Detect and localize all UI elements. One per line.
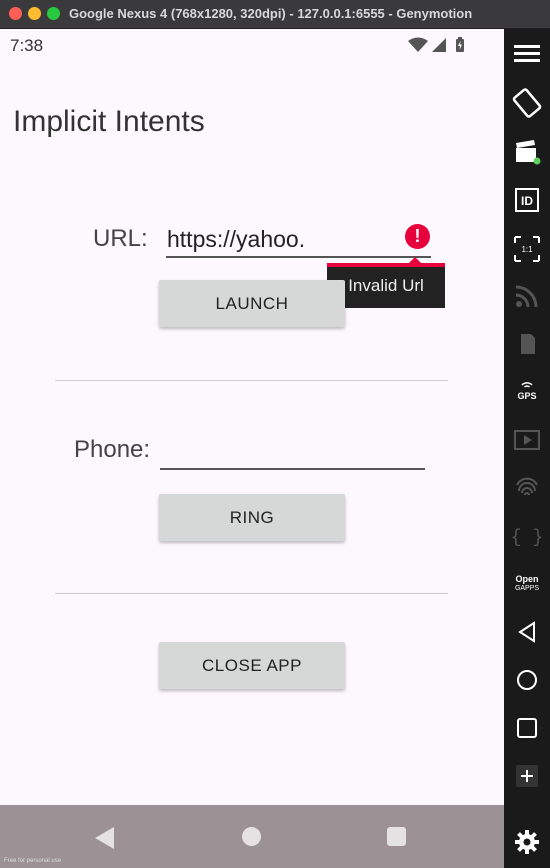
- home-icon[interactable]: [510, 663, 544, 697]
- battery-icon: [456, 37, 464, 52]
- ring-button[interactable]: RING: [159, 494, 345, 541]
- recent-icon[interactable]: [510, 711, 544, 745]
- code-icon[interactable]: { }: [510, 519, 544, 553]
- status-icons: [408, 37, 464, 52]
- id-icon[interactable]: ID: [510, 183, 544, 217]
- add-icon[interactable]: [510, 759, 544, 793]
- url-input-value: https://yahoo.: [167, 226, 306, 252]
- camera-icon[interactable]: [510, 135, 544, 169]
- wifi-icon: [408, 37, 428, 52]
- rotate-icon[interactable]: [510, 86, 544, 120]
- page-title: Implicit Intents: [13, 105, 205, 138]
- android-nav-bar: [0, 805, 504, 868]
- open-gapps-icon[interactable]: Open GAPPS: [510, 567, 544, 601]
- video-icon[interactable]: [510, 423, 544, 457]
- home-icon[interactable]: [242, 827, 261, 846]
- fingerprint-icon[interactable]: [510, 471, 544, 505]
- divider: [55, 380, 448, 381]
- window-maximize-button[interactable]: [47, 7, 60, 20]
- menu-icon[interactable]: [510, 36, 544, 70]
- url-label: URL:: [93, 225, 148, 252]
- emulator-sidebar: ID 1:1 GPS { } Open GAPPS: [504, 29, 550, 868]
- launch-button[interactable]: LAUNCH: [159, 280, 345, 327]
- status-clock: 7:38: [10, 36, 44, 55]
- recent-apps-icon[interactable]: [387, 827, 406, 846]
- error-icon[interactable]: !: [405, 224, 430, 249]
- back-icon[interactable]: [510, 615, 544, 649]
- signal-icon: [432, 38, 446, 52]
- sim-icon[interactable]: [510, 327, 544, 361]
- free-note: Free for personal use: [4, 858, 62, 864]
- svg-text:1:1: 1:1: [521, 245, 533, 254]
- url-input[interactable]: https://yahoo.: [166, 226, 431, 258]
- window-close-button[interactable]: [9, 7, 22, 20]
- device-screen: 7:38 Implicit Intents URL: https://yahoo…: [0, 29, 504, 868]
- pixel-perfect-icon[interactable]: 1:1: [510, 232, 544, 266]
- phone-label: Phone:: [74, 436, 151, 463]
- phone-input[interactable]: [160, 440, 425, 470]
- divider: [55, 593, 448, 594]
- window-minimize-button[interactable]: [28, 7, 41, 20]
- window-title: Google Nexus 4 (768x1280, 320dpi) - 127.…: [69, 6, 473, 21]
- svg-text:ID: ID: [521, 194, 533, 208]
- svg-text:GPS: GPS: [517, 391, 536, 401]
- window-titlebar: Google Nexus 4 (768x1280, 320dpi) - 127.…: [0, 0, 550, 29]
- status-bar: 7:38: [0, 29, 504, 61]
- back-icon[interactable]: [95, 827, 114, 849]
- svg-text:{ }: { }: [511, 528, 543, 548]
- wifi-signal-icon[interactable]: [510, 279, 544, 313]
- settings-icon[interactable]: [510, 825, 544, 859]
- gps-icon[interactable]: GPS: [510, 375, 544, 409]
- close-app-button[interactable]: CLOSE APP: [159, 642, 345, 689]
